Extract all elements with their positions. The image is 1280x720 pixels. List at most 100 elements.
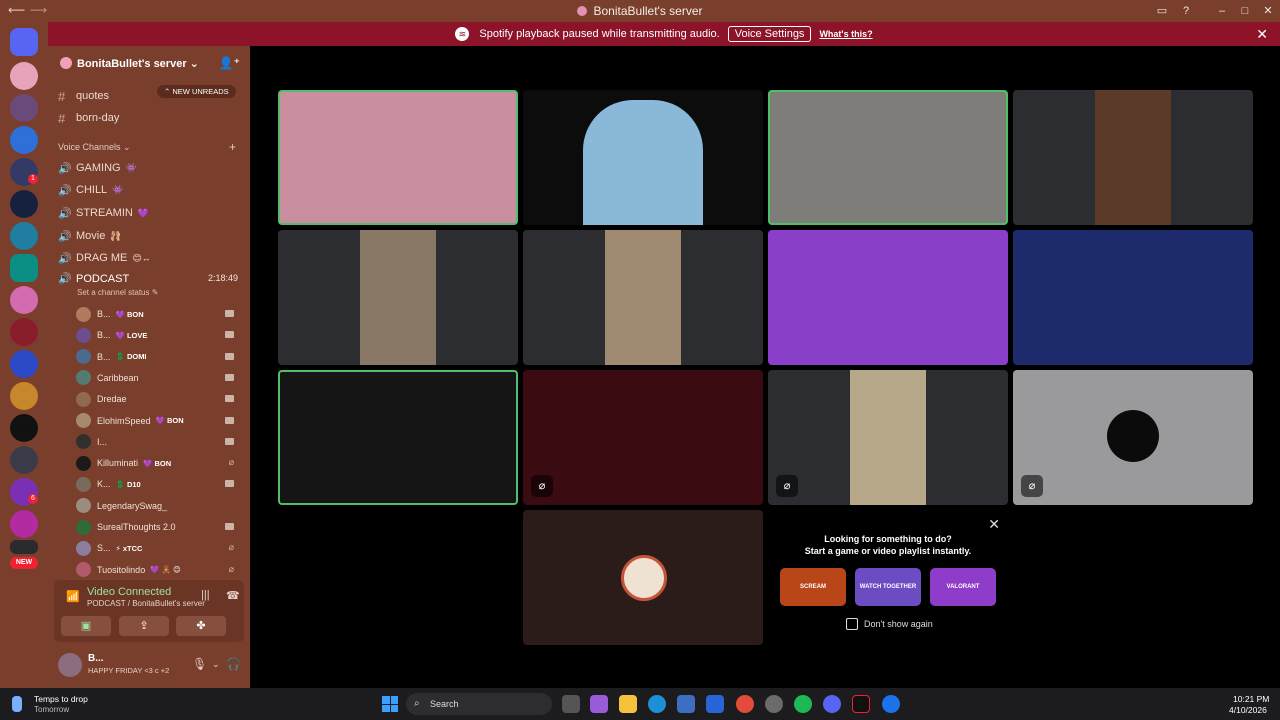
close-window-button[interactable]: ✕ [1260,3,1276,19]
server-icon[interactable] [10,414,38,442]
voice-channels-header[interactable]: Voice Channels ⌄ + [58,140,244,154]
close-notice-icon[interactable]: ✕ [1256,26,1268,43]
voice-member[interactable]: B... 💜 LOVE [76,326,242,344]
voice-member[interactable]: Killuminati 💜 BON ⌀ [76,454,242,472]
channel-born-day[interactable]: # born-day [58,109,244,127]
minimize-button[interactable]: – [1214,3,1230,19]
start-button[interactable] [382,696,398,712]
close-suggestion-icon[interactable]: ✕ [988,516,1000,533]
voice-channel-streamin[interactable]: 🔊 STREAMIN 💜 [58,204,244,222]
voice-member[interactable]: B... 💜 BON [76,305,242,323]
voice-channel-gaming[interactable]: 🔊 GAMING 👾 [58,159,244,177]
server-icon[interactable] [10,446,38,474]
server-icon[interactable] [10,382,38,410]
disconnect-icon[interactable]: ☎ [226,589,240,602]
video-tile[interactable] [1013,90,1253,225]
video-tile[interactable]: ⌀ [768,370,1008,505]
server-header[interactable]: BonitaBullet's server ⌄ 👤⁺ [48,46,250,80]
chevron-down-icon[interactable]: ⌄ [212,659,220,670]
video-tile[interactable] [278,230,518,365]
help-icon[interactable]: ? [1178,3,1194,19]
activities-button[interactable]: ✤ [176,616,226,636]
add-channel-icon[interactable]: + [229,140,236,154]
edge-icon[interactable] [648,695,666,713]
voice-settings-button[interactable]: Voice Settings [727,26,812,42]
invite-icon[interactable]: 👤⁺ [219,56,240,70]
tiktok-icon[interactable] [852,695,870,713]
voice-member[interactable]: LegendarySwag_ [76,497,242,515]
server-icon [577,6,588,16]
voice-member[interactable]: B... 💲 DOMI [76,348,242,366]
voice-channel-podcast[interactable]: 🔊 PODCAST 2:18:49 Set a channel status ✎ [58,272,244,298]
clock-time[interactable]: 10:21 PM [1233,694,1269,704]
server-icon[interactable] [10,126,38,154]
voice-member[interactable]: I... [76,433,242,451]
camera-off-icon: ⌀ [776,475,798,497]
video-tile[interactable] [278,90,518,225]
store-icon[interactable] [677,695,695,713]
screen-share-button[interactable]: ⇪ [119,616,169,636]
voice-member[interactable]: Caribbean [76,369,242,387]
file-explorer-icon[interactable] [619,695,637,713]
new-unreads-pill[interactable]: ⌃ NEW UNREADS [157,85,236,98]
voice-member[interactable]: Tuositolindo 💜 🧸 😊 ⌀ [76,561,242,579]
video-tile[interactable] [768,90,1008,225]
video-tile[interactable] [523,90,763,225]
voice-member[interactable]: ElohimSpeed 💜 BON [76,412,242,430]
weather-icon[interactable] [12,696,22,712]
copilot-icon[interactable] [590,695,608,713]
whats-this-link[interactable]: What's this? [819,29,872,39]
server-icon[interactable] [10,540,38,554]
connection-location[interactable]: PODCAST / BonitaBullet's server [87,599,205,608]
server-icon[interactable] [10,62,38,90]
maximize-button[interactable]: □ [1237,3,1253,19]
camera-icon [225,480,234,488]
mail-icon[interactable] [706,695,724,713]
voice-member[interactable]: S... ⚡ xTCC ⌀ [76,539,242,557]
activity-card-watch-together[interactable]: WATCH TOGETHER [855,568,921,606]
video-tile[interactable]: ⌀ [1013,370,1253,505]
activity-card-valorant[interactable]: VALORANT [930,568,996,606]
task-view-icon[interactable] [562,695,580,713]
server-icon[interactable] [10,510,38,538]
voice-member[interactable]: Dredae [76,390,242,408]
microphone-icon[interactable]: 🎙 [192,657,207,671]
app-icon[interactable] [882,695,900,713]
noise-suppression-icon[interactable]: ||| [201,589,210,601]
twitch-server-icon[interactable] [10,254,38,282]
server-icon[interactable] [10,350,38,378]
voice-member[interactable]: SurealThoughts 2.0 [76,518,242,536]
video-tile[interactable] [523,230,763,365]
discord-icon[interactable] [823,695,841,713]
voice-channel-chill[interactable]: 🔊 CHILL 👾 [58,181,244,199]
inbox-icon[interactable]: ▭ [1154,3,1170,19]
video-tile[interactable]: ⌀ [523,370,763,505]
server-icon[interactable] [10,94,38,122]
voice-member[interactable]: K... 💲 D10 [76,475,242,493]
spotify-icon[interactable] [794,695,812,713]
taskbar-search[interactable]: ⌕ Search [406,693,552,715]
server-icon[interactable] [10,286,38,314]
video-tile[interactable] [1013,230,1253,365]
video-tile[interactable] [768,230,1008,365]
server-icon[interactable] [10,318,38,346]
activity-card-scream[interactable]: SCREAM [780,568,846,606]
video-tile[interactable] [278,370,518,505]
channel-status-input[interactable]: Set a channel status ✎ [77,288,244,297]
server-icon[interactable] [10,190,38,218]
signal-icon[interactable]: 📶 [66,590,80,604]
server-rail: 1 6 NEW [0,22,48,688]
voice-channel-movie[interactable]: 🔊 Movie 🩰 [58,227,244,245]
avatar[interactable] [58,653,82,677]
server-icon[interactable] [10,222,38,250]
discord-home-icon[interactable] [10,28,38,56]
camera-toggle-button[interactable]: ▣ [61,616,111,636]
clock-date[interactable]: 4/10/2026 [1229,705,1267,715]
video-tile[interactable] [523,510,763,645]
steam-icon[interactable] [765,695,783,713]
chrome-icon[interactable] [736,695,754,713]
headphones-icon[interactable]: 🎧 [226,657,241,671]
voice-channel-drag-me[interactable]: 🔊 DRAG ME 😊↔ [58,249,244,267]
dont-show-again-checkbox[interactable] [846,618,858,630]
weather-text[interactable]: Temps to drop [34,694,88,704]
